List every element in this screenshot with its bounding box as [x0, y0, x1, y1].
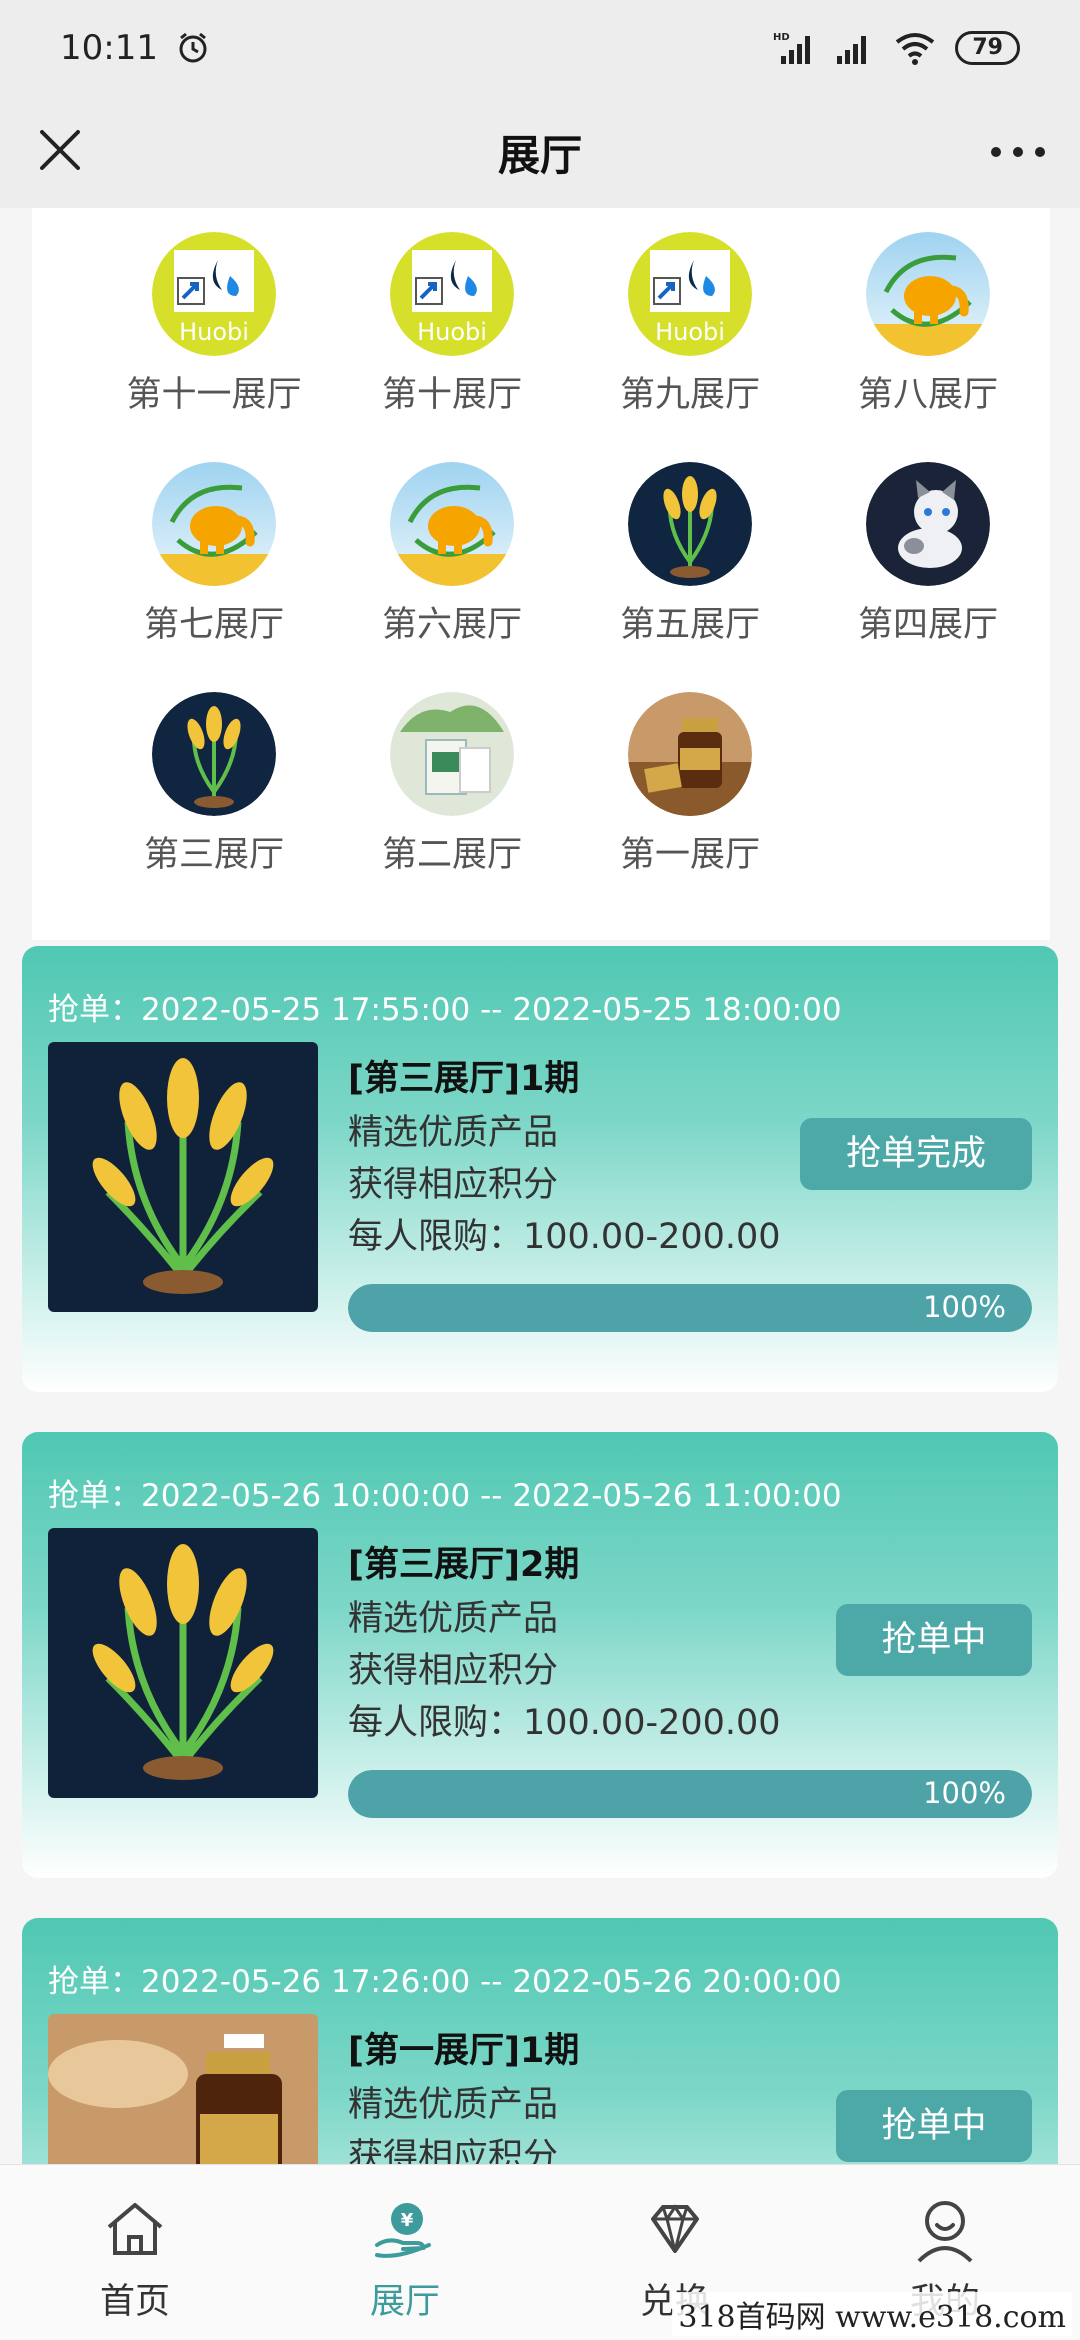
hall-item[interactable]: 第五展厅 [570, 462, 810, 662]
card-product-image [48, 1528, 318, 1798]
status-bar: 10:11 HD 79 [0, 0, 1080, 96]
battery-icon: 79 [955, 31, 1020, 65]
tab-home-label: 首页 [99, 2282, 170, 2322]
hall-item[interactable]: 第一展厅 [570, 692, 810, 892]
hall-label: 第八展厅 [857, 375, 998, 415]
hall-avatar [628, 692, 752, 816]
progress-fill: 100% [348, 1284, 1032, 1332]
hall-item[interactable]: 第六展厅 [332, 462, 572, 662]
hall-item[interactable]: 第七展厅 [94, 462, 334, 662]
progress-bar: 100% [348, 1284, 1032, 1332]
page-title: 展厅 [497, 130, 582, 180]
grab-order-button[interactable]: 抢单中 [836, 1604, 1032, 1676]
progress-fill: 100% [348, 1770, 1032, 1818]
card-purchase-limit: 每人限购：100.00-200.00 [348, 1217, 781, 1257]
hall-avatar [390, 462, 514, 586]
card-title: [第三展厅]2期 [348, 1545, 580, 1585]
grab-order-button[interactable]: 抢单完成 [800, 1118, 1032, 1190]
hall-label: 第九展厅 [619, 375, 760, 415]
card-line-1: 精选优质产品 [348, 1113, 559, 1153]
nav-bar: 展厅 [0, 96, 1080, 208]
hall-item[interactable]: 第三展厅 [94, 692, 334, 892]
tab-hall-label: 展厅 [369, 2282, 440, 2322]
watermark: 318首码网 www.e318.com [672, 2292, 1072, 2336]
content-scroll-area[interactable]: Huobi 第十一展厅 Huobi 第十展厅 Huobi 第九展厅 第八展厅第七展厅 第六展厅… [0, 208, 1080, 2164]
hall-avatar [152, 462, 276, 586]
hall-avatar: Huobi [152, 232, 276, 356]
hall-label: 第六展厅 [381, 605, 522, 645]
hall-item[interactable]: Huobi 第九展厅 [570, 232, 810, 432]
card-line-2: 获得相应积分 [348, 1165, 559, 1205]
progress-percent: 100% [923, 1776, 1006, 1810]
hall-avatar [390, 692, 514, 816]
hall-avatar [152, 692, 276, 816]
signal-icon [837, 36, 867, 64]
hall-label: 第十展厅 [381, 375, 522, 415]
svg-text:Huobi: Huobi [179, 318, 249, 346]
hall-item[interactable]: Huobi 第十一展厅 [94, 232, 334, 432]
home-icon [107, 2203, 163, 2255]
alarm-icon [179, 32, 207, 63]
hall-label: 第一展厅 [619, 835, 760, 875]
svg-text:¥: ¥ [401, 2210, 414, 2231]
card-purchase-limit: 每人限购：100.00-200.00 [348, 1703, 781, 1743]
hall-icon: ¥ [375, 2203, 431, 2258]
more-icon[interactable] [986, 122, 1050, 182]
hall-label: 第三展厅 [143, 835, 284, 875]
hall-label: 第五展厅 [619, 605, 760, 645]
svg-text:Huobi: Huobi [417, 318, 487, 346]
tab-home[interactable]: 首页 [0, 2165, 270, 2340]
bottom-tab-bar: 首页 ¥ 展厅 兑换 我的 318首码网 www.e318.com [0, 2164, 1080, 2340]
hall-avatar [866, 462, 990, 586]
hall-avatar: Huobi [390, 232, 514, 356]
halls-grid: Huobi 第十一展厅 Huobi 第十展厅 Huobi 第九展厅 第八展厅第七展厅 第六展厅… [32, 208, 1050, 940]
card-title: [第三展厅]1期 [348, 1059, 580, 1099]
card-time-range: 抢单：2022-05-26 17:26:00 -- 2022-05-26 20:… [48, 1964, 842, 2000]
card-product-image [48, 1042, 318, 1312]
progress-percent: 100% [923, 1290, 1006, 1324]
status-left: 10:11 [60, 28, 210, 68]
order-card: 抢单：2022-05-26 17:26:00 -- 2022-05-26 20:… [22, 1918, 1058, 2164]
hall-avatar [628, 462, 752, 586]
hall-label: 第十一展厅 [126, 375, 302, 415]
hall-label: 第二展厅 [381, 835, 522, 875]
hall-item[interactable]: 第四展厅 [808, 462, 1048, 662]
order-card: 抢单：2022-05-25 17:55:00 -- 2022-05-25 18:… [22, 946, 1058, 1392]
status-right: HD 79 [773, 30, 1020, 66]
svg-text:HD: HD [773, 32, 790, 43]
hall-avatar: Huobi [628, 232, 752, 356]
hall-label: 第四展厅 [857, 605, 998, 645]
card-line-2: 获得相应积分 [348, 2137, 559, 2164]
user-icon [917, 2201, 973, 2263]
card-line-1: 精选优质产品 [348, 2085, 559, 2125]
card-line-1: 精选优质产品 [348, 1599, 559, 1639]
diamond-icon [651, 2204, 699, 2253]
card-time-range: 抢单：2022-05-26 10:00:00 -- 2022-05-26 11:… [48, 1478, 842, 1514]
wifi-icon [896, 33, 935, 65]
tab-hall[interactable]: ¥ 展厅 [270, 2165, 540, 2340]
card-time-range: 抢单：2022-05-25 17:55:00 -- 2022-05-25 18:… [48, 992, 842, 1028]
close-icon[interactable] [28, 118, 92, 182]
hall-item[interactable]: 第八展厅 [808, 232, 1048, 432]
card-product-image [48, 2014, 318, 2164]
hall-avatar [866, 232, 990, 356]
hall-item[interactable]: Huobi 第十展厅 [332, 232, 572, 432]
svg-text:Huobi: Huobi [655, 318, 725, 346]
card-line-2: 获得相应积分 [348, 1651, 559, 1691]
hall-item[interactable]: 第二展厅 [332, 692, 572, 892]
progress-bar: 100% [348, 1770, 1032, 1818]
hd-signal-icon: HD [773, 32, 811, 64]
status-time: 10:11 [60, 28, 158, 68]
card-title: [第一展厅]1期 [348, 2031, 580, 2071]
order-card: 抢单：2022-05-26 10:00:00 -- 2022-05-26 11:… [22, 1432, 1058, 1878]
hall-label: 第七展厅 [143, 605, 284, 645]
grab-order-button[interactable]: 抢单中 [836, 2090, 1032, 2162]
